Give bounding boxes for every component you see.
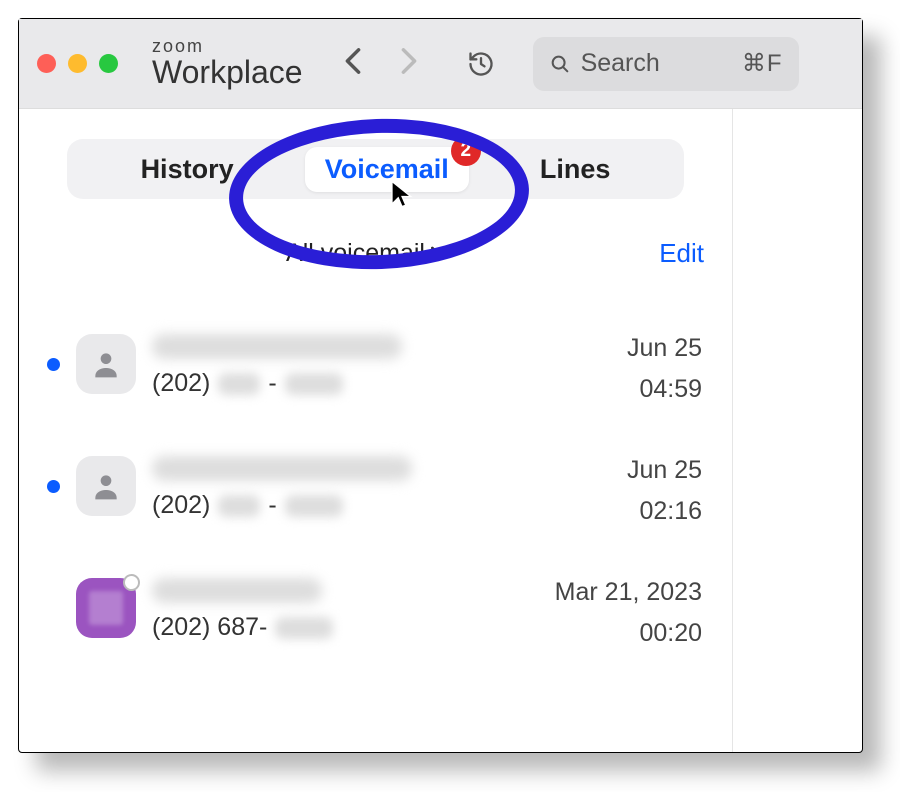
close-window-button[interactable] (37, 54, 56, 73)
nav-forward-button (399, 47, 419, 80)
chevron-down-icon (431, 245, 447, 263)
search-placeholder: Search (581, 49, 732, 78)
filter-row: All voicemail Edit (39, 239, 712, 268)
phone-mid-redacted (218, 373, 260, 395)
avatar (76, 578, 136, 638)
titlebar: zoom Workplace Search ⌘F (19, 19, 862, 109)
voicemail-row[interactable]: (202) - Jun 25 04:59 (39, 314, 712, 436)
avatar (76, 334, 136, 394)
caller-name-redacted (152, 334, 402, 359)
voicemail-filter-dropdown[interactable]: All voicemail (286, 239, 447, 268)
voicemail-list: (202) - Jun 25 04:59 (39, 314, 712, 680)
app-window: zoom Workplace Search ⌘F (18, 18, 863, 753)
unread-indicator (47, 480, 60, 493)
row-main: (202) - (152, 334, 516, 398)
brand-logo: zoom Workplace (152, 37, 303, 89)
minimize-window-button[interactable] (68, 54, 87, 73)
row-meta: Mar 21, 2023 00:20 (532, 578, 702, 648)
nav-back-button[interactable] (343, 47, 363, 80)
caller-name-redacted (152, 578, 322, 603)
tab-voicemail[interactable]: Voicemail 2 (305, 147, 469, 192)
caller-phone: (202) - (152, 491, 516, 520)
phone-last-redacted (285, 495, 343, 517)
avatar (76, 456, 136, 516)
phone-prefix: (202) 687- (152, 613, 267, 642)
presence-offline-icon (123, 574, 140, 591)
voicemail-row[interactable]: (202) - Jun 25 02:16 (39, 436, 712, 558)
nav-arrows (343, 47, 419, 80)
phone-tabs: History Voicemail 2 Lines (67, 139, 684, 199)
row-main: (202) - (152, 456, 516, 520)
phone-last-redacted (285, 373, 343, 395)
caller-name-redacted (152, 456, 412, 481)
search-input[interactable]: Search ⌘F (533, 37, 799, 91)
history-icon[interactable] (467, 50, 495, 78)
voicemail-duration: 00:20 (532, 619, 702, 648)
voicemail-date: Jun 25 (532, 456, 702, 485)
fullscreen-window-button[interactable] (99, 54, 118, 73)
content-area: History Voicemail 2 Lines All voicemail (19, 109, 862, 752)
row-main: (202) 687- (152, 578, 516, 642)
phone-last-redacted (275, 617, 333, 639)
tab-label: Voicemail (325, 154, 449, 184)
phone-mid-redacted (218, 495, 260, 517)
search-shortcut: ⌘F (742, 49, 783, 78)
row-meta: Jun 25 04:59 (532, 334, 702, 404)
voicemail-row[interactable]: (202) 687- Mar 21, 2023 00:20 (39, 558, 712, 680)
brand-line2: Workplace (152, 56, 303, 90)
phone-prefix: (202) (152, 369, 210, 398)
voicemail-badge: 2 (451, 136, 481, 166)
voicemail-date: Mar 21, 2023 (532, 578, 702, 607)
caller-phone: (202) - (152, 369, 516, 398)
caller-phone: (202) 687- (152, 613, 516, 642)
voicemail-date: Jun 25 (532, 334, 702, 363)
window-controls (37, 54, 118, 73)
tab-label: Lines (540, 154, 611, 184)
unread-indicator (47, 358, 60, 371)
edit-button[interactable]: Edit (659, 238, 704, 269)
detail-pane (732, 109, 862, 752)
voicemail-duration: 02:16 (532, 497, 702, 526)
tab-lines[interactable]: Lines (520, 147, 631, 192)
voicemail-duration: 04:59 (532, 375, 702, 404)
row-meta: Jun 25 02:16 (532, 456, 702, 526)
phone-prefix: (202) (152, 491, 210, 520)
search-icon (549, 53, 571, 75)
voicemail-pane: History Voicemail 2 Lines All voicemail (19, 109, 732, 752)
filter-label: All voicemail (286, 239, 425, 268)
tab-label: History (141, 154, 234, 184)
tab-history[interactable]: History (121, 147, 254, 192)
